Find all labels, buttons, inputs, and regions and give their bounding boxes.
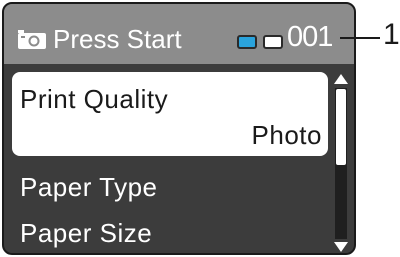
- camera-icon: [18, 30, 46, 49]
- menu-item-label: Paper Size: [20, 218, 153, 248]
- scroll-thumb[interactable]: [336, 89, 346, 165]
- menu-item-label: Paper Type: [20, 172, 158, 202]
- copy-count: 001: [287, 21, 333, 53]
- menu-item-print-quality[interactable]: Print Quality Photo: [12, 72, 328, 156]
- scroll-down-arrow-icon[interactable]: [334, 242, 348, 252]
- paper-icon: [263, 35, 283, 49]
- menu-item-paper-size[interactable]: Paper Size: [12, 214, 328, 253]
- lcd-screen: Press Start 001 Print Quality Photo Pape…: [2, 2, 356, 255]
- menu-item-value: Photo: [251, 120, 322, 150]
- scroll-up-arrow-icon[interactable]: [334, 74, 348, 84]
- menu-item-label: Print Quality: [20, 84, 169, 114]
- callout-number: 1: [383, 18, 400, 51]
- status-bar: Press Start 001: [4, 4, 354, 64]
- status-title: Press Start: [53, 24, 182, 54]
- cyan-ink-icon: [237, 35, 257, 49]
- scroll-track[interactable]: [335, 88, 347, 239]
- scrollbar[interactable]: [331, 74, 351, 253]
- menu-item-paper-type[interactable]: Paper Type: [12, 168, 328, 208]
- callout-leader-line: [340, 37, 380, 39]
